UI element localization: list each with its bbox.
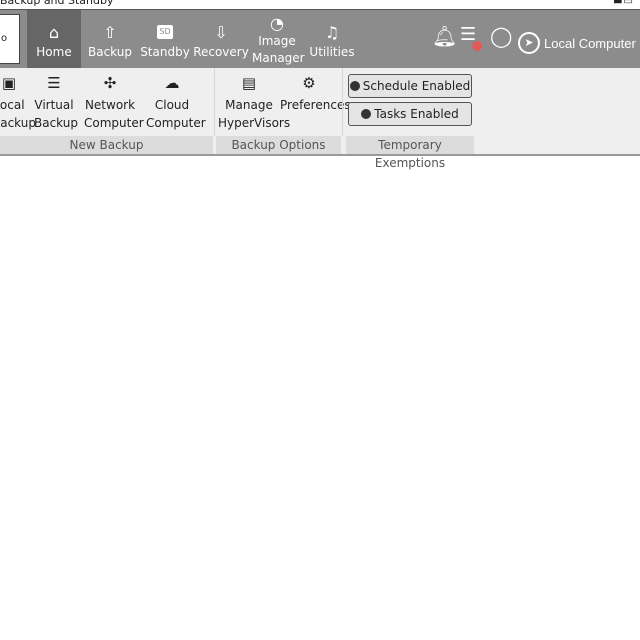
nav-label: Backup [88, 45, 132, 59]
location-selector[interactable]: ➤ Local Computer [518, 32, 636, 54]
network-computer-button[interactable]: ✣ Network Computer [84, 74, 144, 132]
hypervisor-icon: ▤ [241, 74, 257, 92]
ribbon: ▣ Local Backup ☰ Virtual Backup ✣ Network Comp… [0, 68, 640, 170]
location-label: Local Computer [544, 35, 636, 51]
virtual-backup-button[interactable]: ☰ Virtual Backup [34, 74, 78, 132]
label: HyperVisors [218, 116, 291, 130]
nav-label: Utilities [309, 45, 355, 59]
nav-backup[interactable]: ⇧ Backup [84, 10, 136, 68]
label: Computer [84, 116, 144, 130]
pie-chart-icon: ◔ [270, 14, 284, 33]
chat-icon[interactable]: ◯ [490, 24, 512, 48]
divider [342, 68, 343, 136]
network-icon: ✣ [103, 74, 117, 92]
toggle-icon [361, 109, 372, 119]
schedule-enabled-toggle[interactable]: Schedule Enabled [348, 74, 472, 98]
nav-label: Image Manager [252, 34, 305, 65]
sd-card-icon: SD [157, 25, 173, 39]
notification-badge [472, 41, 482, 51]
label: Network [84, 98, 136, 112]
download-icon: ⇩ [214, 23, 228, 42]
manage-hypervisors-button[interactable]: ▤ Manage HyperVisors [218, 74, 290, 132]
label: Tasks Enabled [374, 107, 459, 121]
label: Backup [0, 116, 36, 130]
nav-label: Home [36, 45, 72, 59]
group-label-new-backup: New Backup [0, 136, 213, 154]
group-label-backup-options: Backup Options [216, 136, 341, 154]
bell-icon[interactable]: 🔔︎ [432, 24, 457, 48]
label: Virtual [34, 98, 74, 112]
computer-icon: ▣ [1, 74, 17, 92]
gears-icon: ⚙ [302, 74, 316, 92]
group-label-temporary-exemptions: Temporary Exemptions [346, 136, 474, 170]
nav-utilities[interactable]: ♫ Utilities [308, 10, 356, 68]
home-icon: ⌂ [48, 23, 60, 42]
nav-label: Recovery [193, 45, 249, 59]
label: Cloud [154, 98, 190, 112]
upload-icon: ⇧ [103, 23, 117, 42]
nav-home[interactable]: ⌂ Home [27, 10, 81, 68]
server-icon: ☰ [47, 74, 61, 92]
nav-image-manager[interactable]: ◔ Image Manager [250, 10, 305, 68]
app-logo: o [0, 14, 20, 64]
navigate-icon: ➤ [518, 32, 540, 54]
label: Schedule Enabled [362, 79, 471, 93]
preferences-button[interactable]: ⚙ Preferences [280, 74, 351, 114]
label: Preferences [280, 98, 351, 112]
label: Manage [225, 98, 273, 112]
window-controls[interactable]: ▬▭ [613, 0, 634, 7]
local-backup-button[interactable]: ▣ Local Backup [0, 74, 36, 132]
label: Computer [146, 116, 206, 130]
top-nav: o ⌂ Home ⇧ Backup SD Standby ⇩ Recovery ◔ Ima… [0, 9, 640, 68]
window-title: Backup and Standby [0, 0, 114, 7]
nav-standby[interactable]: SD Standby [139, 10, 191, 68]
nav-recovery[interactable]: ⇩ Recovery [193, 10, 249, 68]
tasks-enabled-toggle[interactable]: Tasks Enabled [348, 102, 472, 126]
nav-label: Standby [140, 45, 190, 59]
label: Local [0, 98, 25, 112]
label: Backup [34, 116, 78, 130]
toggle-icon [349, 81, 360, 91]
cloud-computer-button[interactable]: ☁ Cloud Computer [146, 74, 206, 132]
divider [214, 68, 215, 136]
lamp-icon: ♫ [324, 23, 340, 42]
cloud-icon: ☁ [164, 74, 180, 92]
